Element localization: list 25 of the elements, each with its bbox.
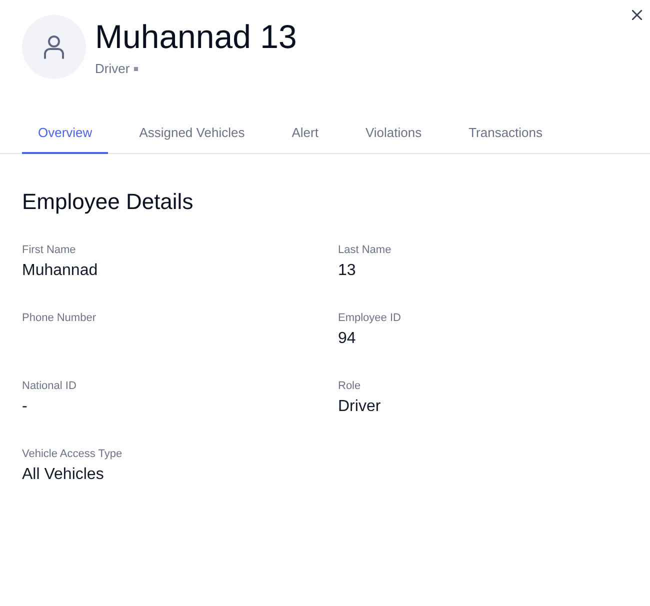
field-label: Phone Number	[22, 311, 97, 325]
employee-role: Driver	[95, 61, 130, 77]
close-icon	[632, 10, 642, 20]
square-icon	[134, 67, 138, 71]
field-value: 94	[338, 329, 357, 349]
field-label: Employee ID	[338, 311, 402, 325]
field-value: Driver	[338, 397, 382, 417]
section-heading: Employee Details	[22, 188, 194, 216]
field-value: All Vehicles	[22, 465, 105, 485]
field-value: -	[22, 397, 28, 417]
tab[interactable]: Violations	[349, 112, 438, 154]
employee-name: Muhannad 13	[95, 17, 298, 57]
person-icon	[44, 35, 64, 59]
tab[interactable]: Alert	[276, 112, 334, 154]
tab[interactable]: Transactions	[452, 112, 559, 154]
field-label: National ID	[22, 379, 78, 393]
field-label: Vehicle Access Type	[22, 447, 124, 461]
close-button[interactable]	[632, 10, 642, 20]
field-label: Role	[338, 379, 362, 393]
field-label: First Name	[22, 243, 77, 257]
field-value: Muhannad	[22, 261, 99, 281]
tab[interactable]: Overview	[22, 112, 108, 154]
tab[interactable]: Assigned Vehicles	[123, 112, 261, 154]
field-value: 13	[338, 261, 357, 281]
field-label: Last Name	[338, 243, 392, 257]
